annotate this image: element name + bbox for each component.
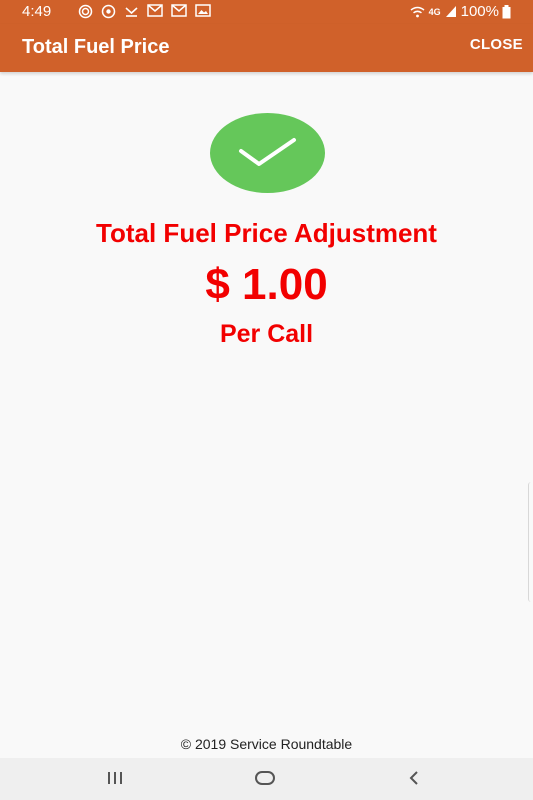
mail-icon: [171, 4, 187, 17]
result-unit: Per Call: [219, 320, 314, 348]
image-icon: [195, 4, 211, 17]
battery-percent: 100%: [460, 3, 499, 20]
check-icon: [239, 138, 296, 166]
copyright-footer: © 2019 Service Roundtable: [180, 736, 353, 752]
result-headline: Total Fuel Price Adjustment: [96, 218, 437, 248]
battery-icon: [502, 5, 511, 19]
status-right: 4G 100%: [410, 3, 499, 20]
result-amount: $ 1.00: [205, 260, 328, 309]
status-bar: 4:49 4G 100%: [0, 0, 533, 24]
status-time: 4:49: [22, 3, 52, 20]
close-button[interactable]: CLOSE: [470, 36, 523, 53]
system-nav-bar: [0, 758, 533, 800]
mail-icon: [147, 4, 163, 17]
notification-icons: [78, 4, 211, 19]
back-icon[interactable]: [407, 770, 421, 786]
home-icon[interactable]: [254, 770, 276, 786]
wifi-icon: [410, 6, 425, 17]
signal-icon: [445, 6, 456, 17]
page-title: Total Fuel Price: [22, 36, 170, 58]
scroll-indicator: [528, 482, 533, 602]
app-bar: Total Fuel Price CLOSE: [0, 24, 533, 72]
recent-apps-icon[interactable]: [106, 770, 124, 786]
missed-call-icon: [125, 7, 138, 17]
target-icon: [78, 4, 93, 19]
chrome-icon: [101, 4, 116, 19]
success-badge: [210, 113, 325, 193]
network-type: 4G: [428, 6, 441, 17]
